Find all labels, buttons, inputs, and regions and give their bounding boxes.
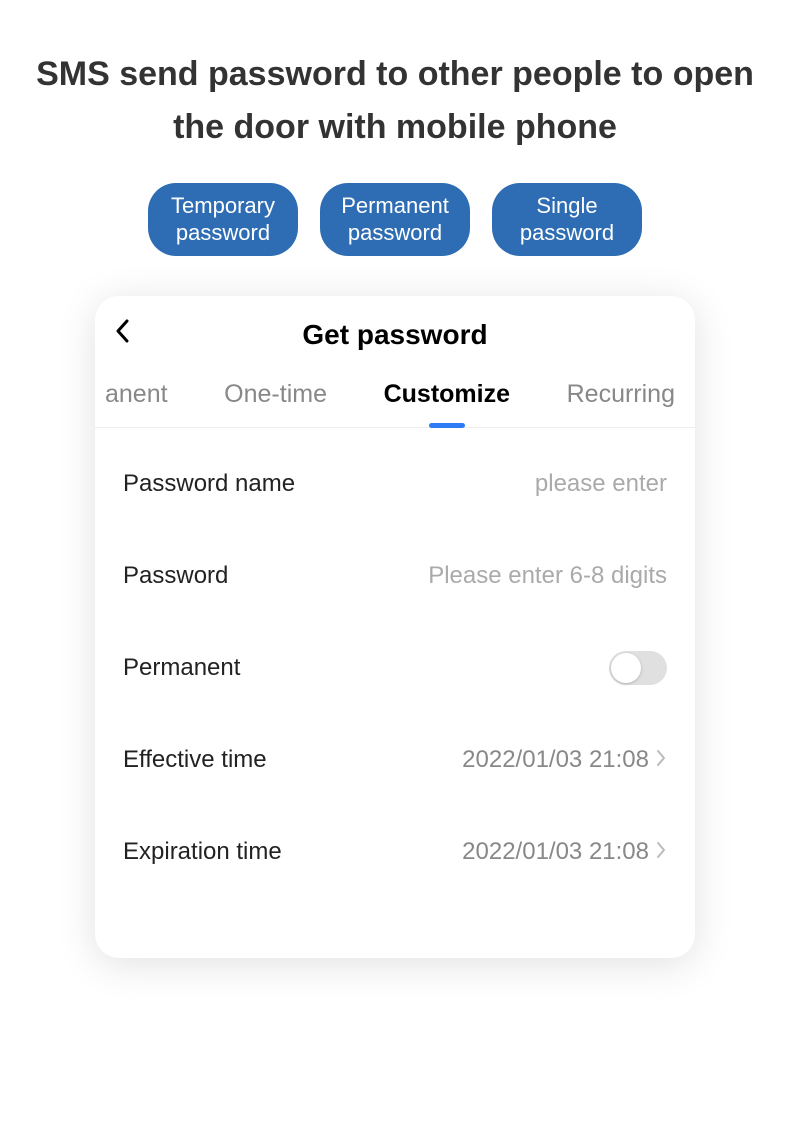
password-form: Password name please enter Password Plea… — [95, 428, 695, 898]
screen-header: Get password — [95, 314, 695, 362]
back-icon[interactable] — [113, 318, 153, 352]
pill-permanent-password: Permanent password — [320, 183, 470, 256]
chevron-right-icon — [655, 839, 667, 865]
tab-permanent-partial[interactable]: anent — [105, 380, 168, 427]
placeholder-password: Please enter 6-8 digits — [428, 562, 667, 590]
pill-label-line1: Permanent — [341, 193, 449, 218]
pill-label-line2: password — [348, 220, 442, 245]
pill-label-line1: Temporary — [171, 193, 275, 218]
row-password[interactable]: Password Please enter 6-8 digits — [123, 530, 667, 622]
label-permanent: Permanent — [123, 654, 240, 682]
label-expiration-time: Expiration time — [123, 838, 282, 866]
row-expiration-time[interactable]: Expiration time 2022/01/03 21:08 — [123, 806, 667, 898]
effective-time-text: 2022/01/03 21:08 — [462, 746, 649, 774]
expiration-time-text: 2022/01/03 21:08 — [462, 838, 649, 866]
label-password-name: Password name — [123, 470, 295, 498]
page-heading: SMS send password to other people to ope… — [0, 0, 790, 183]
value-effective-time: 2022/01/03 21:08 — [462, 746, 667, 774]
placeholder-password-name: please enter — [535, 470, 667, 498]
chevron-right-icon — [655, 747, 667, 773]
password-type-tabs: anent One-time Customize Recurring — [95, 362, 695, 428]
tab-recurring[interactable]: Recurring — [567, 380, 675, 427]
toggle-knob — [611, 653, 641, 683]
row-password-name[interactable]: Password name please enter — [123, 438, 667, 530]
pill-label-line2: password — [176, 220, 270, 245]
phone-screen-card: Get password anent One-time Customize Re… — [95, 296, 695, 958]
pill-label-line1: Single — [536, 193, 597, 218]
label-effective-time: Effective time — [123, 746, 267, 774]
tab-one-time[interactable]: One-time — [224, 380, 327, 427]
row-permanent-toggle: Permanent — [123, 622, 667, 714]
pill-single-password: Single password — [492, 183, 642, 256]
value-expiration-time: 2022/01/03 21:08 — [462, 838, 667, 866]
pill-label-line2: password — [520, 220, 614, 245]
pill-temporary-password: Temporary password — [148, 183, 298, 256]
permanent-toggle[interactable] — [609, 651, 667, 685]
screen-title: Get password — [95, 319, 695, 351]
row-effective-time[interactable]: Effective time 2022/01/03 21:08 — [123, 714, 667, 806]
label-password: Password — [123, 562, 228, 590]
password-type-pills: Temporary password Permanent password Si… — [0, 183, 790, 256]
tab-customize[interactable]: Customize — [384, 380, 510, 427]
